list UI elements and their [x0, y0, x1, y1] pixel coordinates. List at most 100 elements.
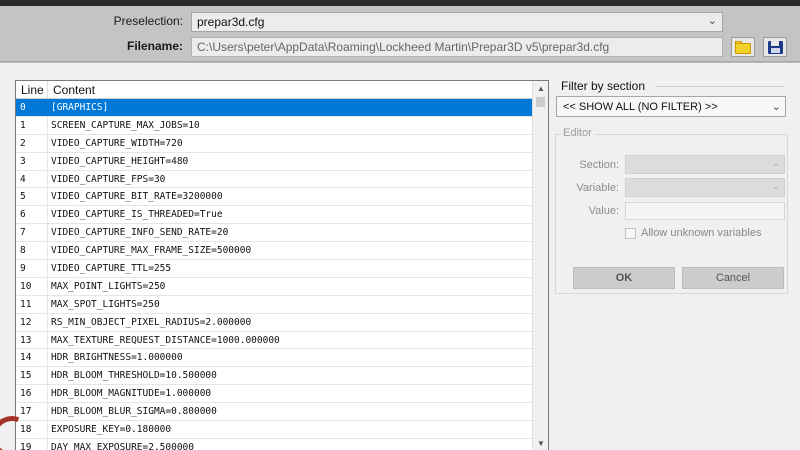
preselection-dropdown[interactable]: prepar3d.cfg ⌄ [191, 12, 723, 32]
file-header: Preselection: prepar3d.cfg ⌄ Filename: C… [0, 6, 800, 62]
table-row[interactable]: 1 SCREEN_CAPTURE_MAX_JOBS=10 [16, 116, 534, 135]
column-header-line[interactable]: Line [21, 83, 44, 97]
value-input[interactable] [625, 202, 785, 220]
row-line-number: 14 [20, 352, 32, 364]
row-line-number: 4 [20, 173, 26, 185]
row-content: [GRAPHICS] [51, 102, 109, 113]
scroll-up-icon[interactable]: ▲ [537, 84, 545, 93]
table-row[interactable]: 14 HDR_BRIGHTNESS=1.000000 [16, 349, 534, 368]
row-line-number: 6 [20, 209, 26, 221]
row-content: HDR_BLOOM_THRESHOLD=10.500000 [51, 370, 217, 382]
row-line-number: 17 [20, 406, 32, 418]
row-divider [47, 349, 48, 367]
row-line-number: 11 [20, 298, 32, 310]
row-line-number: 5 [20, 191, 26, 203]
table-row[interactable]: 15 HDR_BLOOM_THRESHOLD=10.500000 [16, 367, 534, 386]
row-line-number: 12 [20, 316, 32, 328]
chevron-down-icon: ⌄ [771, 181, 780, 192]
section-filter-value: << SHOW ALL (NO FILTER) >> [563, 101, 718, 113]
floppy-disk-shutter [771, 41, 779, 46]
table-row[interactable]: 0 [GRAPHICS] [16, 99, 534, 117]
row-divider [47, 188, 48, 206]
table-row[interactable]: 2 VIDEO_CAPTURE_WIDTH=720 [16, 134, 534, 153]
table-row[interactable]: 10 MAX_POINT_LIGHTS=250 [16, 277, 534, 296]
table-row[interactable]: 12 RS_MIN_OBJECT_PIXEL_RADIUS=2.000000 [16, 313, 534, 332]
row-divider [47, 206, 48, 224]
row-divider [47, 260, 48, 277]
row-divider [47, 385, 48, 403]
row-line-number: 1 [20, 119, 26, 131]
filter-title: Filter by section [561, 79, 646, 93]
row-line-number: 16 [20, 388, 32, 400]
row-divider [47, 170, 48, 188]
row-divider [47, 403, 48, 421]
table-row[interactable]: 6 VIDEO_CAPTURE_IS_THREADED=True [16, 206, 534, 225]
row-content: VIDEO_CAPTURE_BIT_RATE=3200000 [51, 191, 223, 203]
row-line-number: 9 [20, 263, 26, 275]
row-divider [47, 152, 48, 170]
preselection-value: prepar3d.cfg [197, 15, 265, 29]
table-row[interactable]: 19 DAY_MAX_EXPOSURE=2.500000 [16, 438, 534, 450]
table-row[interactable]: 9 VIDEO_CAPTURE_TTL=255 [16, 260, 534, 278]
row-content: MAX_SPOT_LIGHTS=250 [51, 298, 160, 310]
table-row[interactable]: 13 MAX_TEXTURE_REQUEST_DISTANCE=1000.0000… [16, 331, 534, 350]
save-button[interactable] [763, 37, 787, 57]
row-divider [47, 99, 48, 116]
row-content: RS_MIN_OBJECT_PIXEL_RADIUS=2.000000 [51, 316, 252, 328]
config-grid[interactable]: Line Content 0 [GRAPHICS] 1 SCREEN_CAPTURE_… [15, 80, 549, 450]
row-divider [47, 313, 48, 331]
scroll-thumb[interactable] [536, 97, 545, 107]
row-divider [47, 277, 48, 295]
section-filter-dropdown[interactable]: << SHOW ALL (NO FILTER) >> ⌄ [556, 96, 786, 117]
filename-label: Filename: [126, 39, 183, 53]
open-folder-button[interactable] [731, 37, 755, 57]
ok-button[interactable]: OK [573, 267, 675, 289]
grid-scrollbar[interactable]: ▲ ▼ [532, 81, 548, 450]
chevron-down-icon: ⌄ [771, 158, 780, 169]
row-content: VIDEO_CAPTURE_IS_THREADED=True [51, 209, 223, 221]
grid-header: Line Content [16, 81, 534, 99]
scroll-down-icon[interactable]: ▼ [537, 439, 545, 448]
table-row[interactable]: 5 VIDEO_CAPTURE_BIT_RATE=3200000 [16, 188, 534, 207]
table-row[interactable]: 4 VIDEO_CAPTURE_FPS=30 [16, 170, 534, 189]
table-row[interactable]: 16 HDR_BLOOM_MAGNITUDE=1.000000 [16, 385, 534, 404]
row-content: EXPOSURE_KEY=0.180000 [51, 424, 172, 436]
allow-unknown-label[interactable]: Allow unknown variables [641, 227, 761, 239]
row-content: DAY_MAX_EXPOSURE=2.500000 [51, 441, 194, 450]
table-row[interactable]: 18 EXPOSURE_KEY=0.180000 [16, 421, 534, 439]
row-content: VIDEO_CAPTURE_TTL=255 [51, 263, 172, 275]
row-divider [47, 224, 48, 242]
filename-field[interactable]: C:\Users\peter\AppData\Roaming\Lockheed … [191, 37, 723, 57]
value-label: Value: [588, 205, 619, 217]
section-dropdown[interactable]: ⌄ [625, 155, 785, 174]
variable-label: Variable: [576, 182, 619, 194]
floppy-disk-label [771, 48, 780, 53]
column-header-content[interactable]: Content [53, 83, 95, 97]
row-content: VIDEO_CAPTURE_WIDTH=720 [51, 137, 183, 149]
allow-unknown-checkbox[interactable] [625, 228, 636, 239]
row-divider [47, 295, 48, 313]
cancel-button[interactable]: Cancel [682, 267, 784, 289]
variable-dropdown[interactable]: ⌄ [625, 178, 785, 197]
row-line-number: 8 [20, 245, 26, 257]
row-divider [47, 367, 48, 385]
row-line-number: 2 [20, 137, 26, 149]
row-content: VIDEO_CAPTURE_MAX_FRAME_SIZE=500000 [51, 245, 252, 257]
table-row[interactable]: 3 VIDEO_CAPTURE_HEIGHT=480 [16, 152, 534, 171]
table-row[interactable]: 7 VIDEO_CAPTURE_INFO_SEND_RATE=20 [16, 224, 534, 243]
chevron-down-icon: ⌄ [707, 15, 717, 27]
preselection-label: Preselection: [113, 14, 183, 28]
row-content: VIDEO_CAPTURE_FPS=30 [51, 173, 166, 185]
row-divider [47, 242, 48, 260]
table-row[interactable]: 11 MAX_SPOT_LIGHTS=250 [16, 295, 534, 314]
filter-divider [655, 86, 785, 87]
chevron-down-icon: ⌄ [771, 101, 781, 113]
table-row[interactable]: 8 VIDEO_CAPTURE_MAX_FRAME_SIZE=500000 [16, 242, 534, 261]
row-divider [47, 116, 48, 134]
row-content: SCREEN_CAPTURE_MAX_JOBS=10 [51, 119, 200, 131]
table-row[interactable]: 17 HDR_BLOOM_BLUR_SIGMA=0.800000 [16, 403, 534, 422]
row-line-number: 15 [20, 370, 32, 382]
row-divider [47, 331, 48, 349]
row-divider [47, 421, 48, 438]
column-divider[interactable] [47, 81, 48, 99]
